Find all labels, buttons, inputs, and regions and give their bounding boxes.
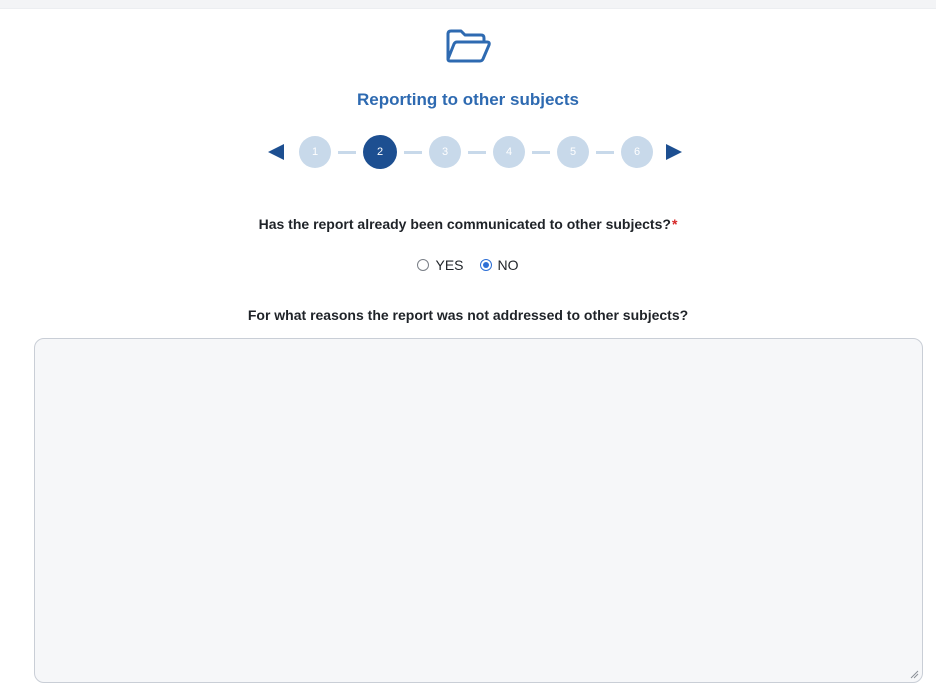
step-2-active[interactable]: 2	[363, 135, 397, 169]
reasons-textarea[interactable]	[34, 338, 923, 683]
step-connector	[468, 150, 486, 154]
top-bar	[0, 0, 936, 9]
radio-yes-label: YES	[435, 257, 464, 273]
step-4[interactable]: 4	[493, 136, 525, 168]
step-connector	[532, 150, 550, 154]
question-reasons-label: For what reasons the report was not addr…	[247, 307, 689, 323]
step-connector	[404, 150, 422, 154]
radio-yes-option[interactable]: YES	[417, 257, 464, 273]
header	[0, 26, 936, 71]
required-marker: *	[671, 216, 678, 232]
arrow-right-icon[interactable]	[663, 134, 685, 170]
radio-no-option[interactable]: NO	[479, 257, 519, 273]
step-3[interactable]: 3	[429, 136, 461, 168]
resize-handle-icon[interactable]	[909, 666, 919, 679]
step-5[interactable]: 5	[557, 136, 589, 168]
communicated-radio-group: YES NO	[0, 257, 936, 273]
radio-no[interactable]	[479, 259, 492, 271]
step-connector	[338, 150, 356, 154]
step-navigator: 1 2 3 4 5 6	[265, 134, 685, 170]
folder-open-icon	[444, 26, 492, 66]
question-communicated-label: Has the report already been communicated…	[258, 216, 671, 232]
step-1[interactable]: 1	[299, 136, 331, 168]
question-communicated: Has the report already been communicated…	[0, 216, 936, 232]
step-6[interactable]: 6	[621, 136, 653, 168]
arrow-left-icon[interactable]	[265, 134, 287, 170]
step-connector	[596, 150, 614, 154]
radio-yes[interactable]	[417, 259, 430, 271]
page-title: Reporting to other subjects	[357, 90, 579, 109]
radio-no-label: NO	[497, 257, 519, 273]
